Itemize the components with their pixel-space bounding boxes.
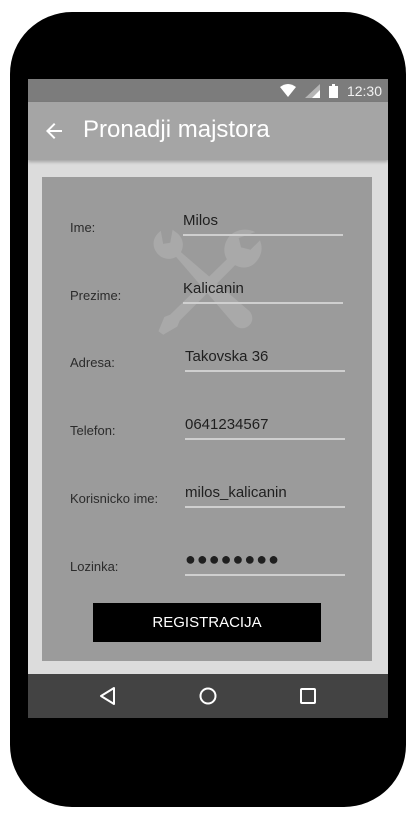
label-adresa: Adresa:	[70, 355, 115, 370]
input-telefon-underline	[185, 438, 345, 440]
input-korisnicko-ime[interactable]: milos_kalicanin	[185, 484, 287, 501]
home-circle-icon[interactable]	[196, 684, 220, 708]
input-adresa[interactable]: Takovska 36	[185, 348, 268, 365]
input-prezime[interactable]: Kalicanin	[183, 280, 244, 297]
input-adresa-underline	[185, 370, 345, 372]
arrow-left-icon[interactable]	[42, 119, 66, 143]
label-korisnicko-ime: Korisnicko ime:	[70, 491, 159, 506]
input-lozinka-underline	[185, 574, 345, 576]
back-triangle-icon[interactable]	[96, 684, 120, 708]
label-telefon: Telefon:	[70, 423, 116, 438]
label-ime: Ime:	[70, 220, 96, 235]
input-ime[interactable]: Milos	[183, 212, 218, 229]
status-time: 12:30	[346, 82, 382, 99]
registration-button[interactable]: REGISTRACIJA	[93, 603, 321, 642]
page-title: Pronadji majstora	[83, 116, 270, 143]
screen: 12:30 Pronadji majstora Ime: Milos Prezi…	[28, 79, 388, 718]
input-prezime-underline	[183, 302, 343, 304]
recents-square-icon[interactable]	[296, 684, 320, 708]
input-telefon[interactable]: 0641234567	[185, 416, 268, 433]
input-lozinka[interactable]: ●●●●●●●●	[185, 549, 280, 570]
input-korisnicko-ime-underline	[185, 506, 345, 508]
label-lozinka: Lozinka:	[70, 559, 119, 574]
app-bar: Pronadji majstora	[28, 102, 388, 160]
input-ime-underline	[183, 234, 343, 236]
wifi-icon	[279, 84, 296, 97]
battery-icon	[328, 83, 338, 98]
registration-form: Ime: Milos Prezime: Kalicanin Adresa: Ta…	[42, 177, 372, 661]
signal-icon	[304, 83, 320, 98]
status-bar: 12:30	[28, 79, 388, 102]
label-prezime: Prezime:	[70, 288, 122, 303]
nav-bar	[28, 674, 388, 718]
